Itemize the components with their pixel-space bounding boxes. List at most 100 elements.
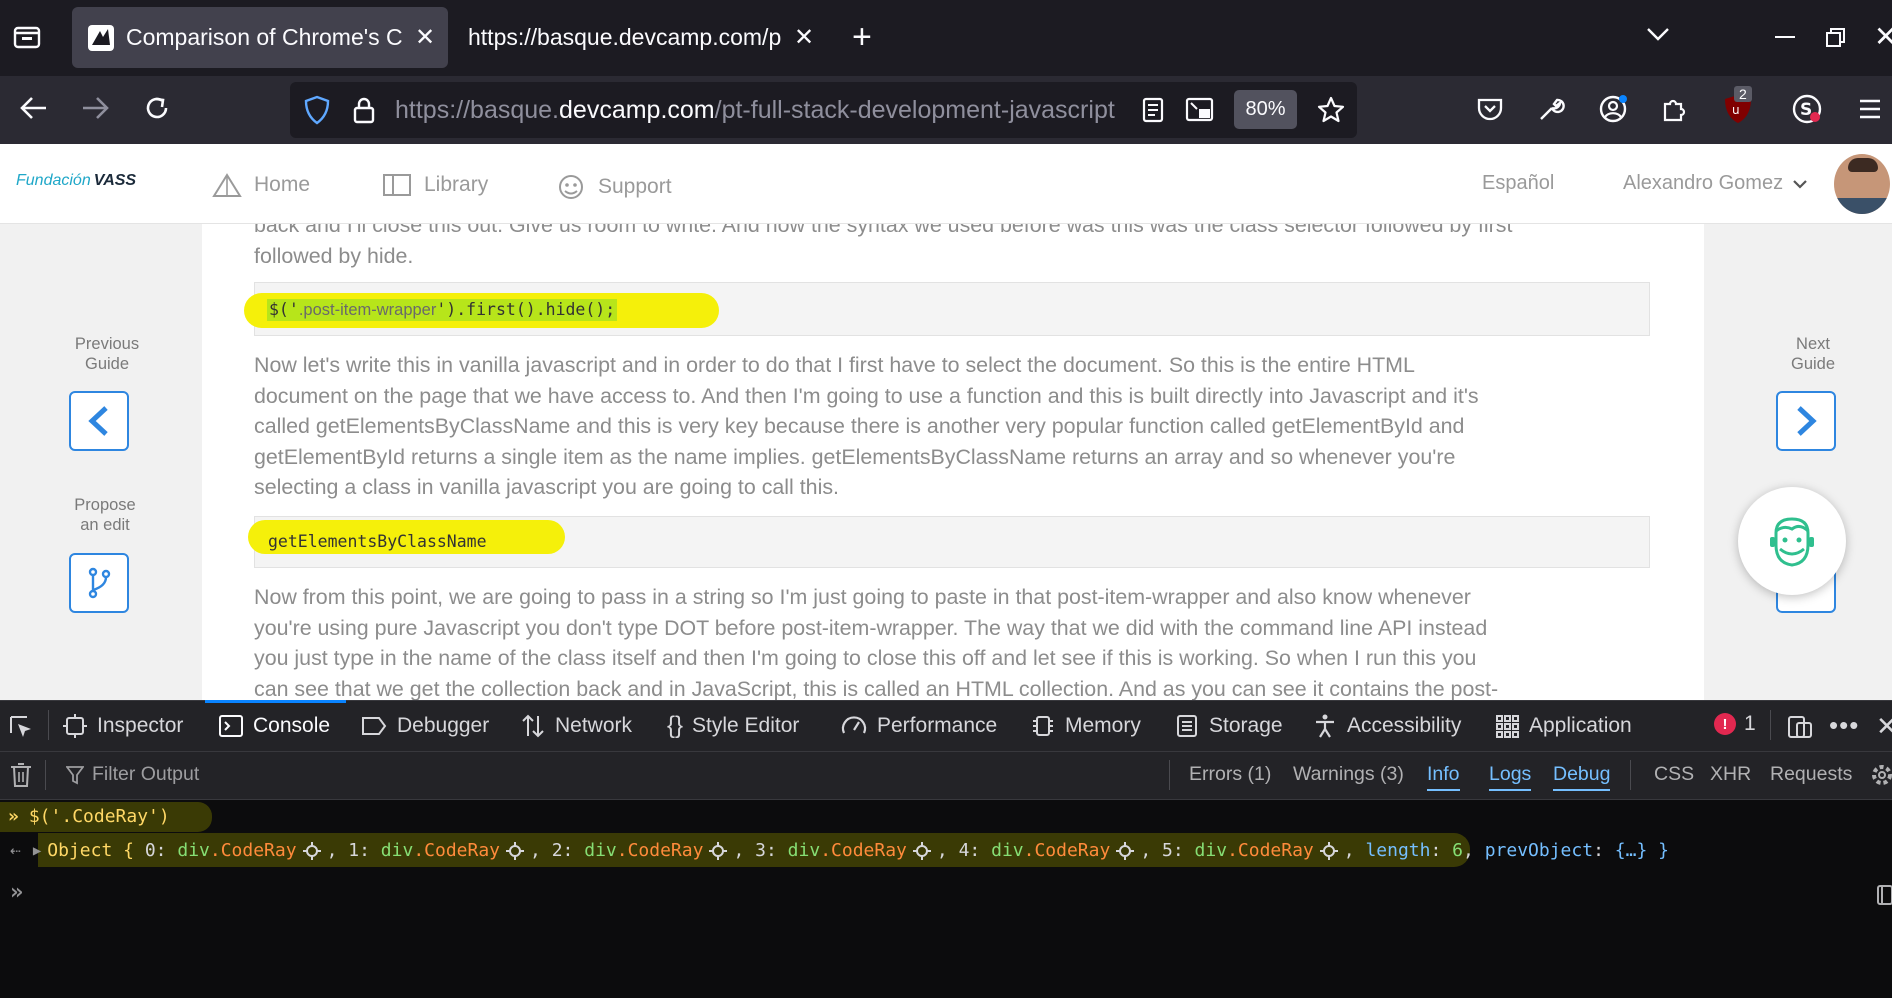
back-icon[interactable] — [19, 95, 49, 121]
console-entry[interactable]: 2: div .CodeRay, — [552, 840, 755, 861]
tracking-protection-shield-icon[interactable] — [304, 95, 330, 125]
console-output — [0, 800, 1892, 998]
nav-library[interactable]: Library — [382, 172, 488, 198]
filter-requests[interactable]: Requests — [1770, 763, 1852, 786]
responsive-design-icon[interactable] — [1786, 713, 1814, 741]
previous-guide-label: Previous Guide — [74, 335, 140, 373]
tab-favicon-icon — [88, 24, 114, 51]
funnel-icon — [66, 765, 84, 785]
app-menu-icon[interactable] — [1858, 98, 1882, 120]
extension-s-icon[interactable]: S — [1791, 93, 1823, 125]
picture-in-picture-icon[interactable] — [1185, 96, 1215, 124]
network-icon — [520, 713, 546, 739]
propose-edit-label: Propose an edit — [74, 496, 136, 534]
new-tab-button[interactable]: + — [852, 20, 872, 54]
console-entry[interactable]: 5: div .CodeRay, — [1162, 840, 1365, 861]
console-entry[interactable]: 1: div .CodeRay, — [348, 840, 551, 861]
target-node-icon[interactable] — [709, 841, 728, 860]
extensions-icon[interactable] — [1660, 95, 1688, 123]
nav-support[interactable]: Support — [556, 172, 672, 202]
application-grid-icon — [1494, 713, 1520, 739]
propose-edit-button[interactable] — [69, 553, 129, 613]
result-entries: 0: div .CodeRay, 1: div .CodeRay, 2: div .C… — [145, 840, 1366, 861]
accessibility-icon — [1312, 713, 1338, 739]
restore-icon[interactable] — [1825, 27, 1847, 49]
close-window-icon[interactable]: ✕ — [1874, 20, 1892, 53]
console-entry[interactable]: 0: div .CodeRay, — [145, 840, 348, 861]
lock-icon[interactable] — [352, 95, 376, 125]
tab-application[interactable]: Application — [1494, 700, 1632, 751]
more-options-icon[interactable]: ••• — [1829, 710, 1859, 741]
git-branch-icon — [84, 566, 114, 600]
avatar[interactable] — [1834, 154, 1890, 214]
console-result-line[interactable]: ⇠ ▶ Object { 0: div .CodeRay, 1: div .Code… — [10, 840, 1669, 861]
filter-debug[interactable]: Debug — [1553, 763, 1611, 791]
tab-performance[interactable]: Performance — [840, 700, 997, 751]
target-node-icon[interactable] — [506, 841, 525, 860]
firefox-view-icon[interactable] — [12, 22, 42, 52]
wrench-icon[interactable] — [1537, 95, 1565, 123]
reload-icon[interactable] — [142, 93, 172, 123]
svg-text:u: u — [1732, 103, 1740, 117]
next-guide-button[interactable] — [1776, 391, 1836, 451]
tab-console[interactable]: Console — [218, 700, 330, 751]
tab-storage[interactable]: Storage — [1174, 700, 1283, 751]
console-settings-gear-icon[interactable] — [1870, 762, 1892, 788]
list-all-tabs-icon[interactable] — [1645, 24, 1671, 44]
home-icon — [212, 172, 242, 198]
language-switcher[interactable]: Español — [1482, 172, 1554, 195]
tab-close-icon[interactable]: ✕ — [794, 23, 814, 52]
error-icon: ! — [1714, 713, 1736, 735]
target-node-icon[interactable] — [302, 841, 321, 860]
prompt-chevrons-icon: » — [8, 806, 19, 827]
zoom-level-button[interactable]: 80% — [1234, 90, 1297, 129]
tab-inspector[interactable]: Inspector — [62, 700, 183, 751]
element-picker-icon[interactable] — [7, 713, 35, 741]
close-devtools-icon[interactable]: ✕ — [1876, 711, 1892, 742]
filter-output-input[interactable]: Filter Output — [66, 763, 1156, 786]
target-node-icon[interactable] — [1116, 841, 1135, 860]
chevron-left-icon — [84, 404, 114, 438]
storage-icon — [1174, 713, 1200, 739]
nav-home[interactable]: Home — [212, 172, 310, 198]
site-logo[interactable]: Fundación VASS — [16, 172, 136, 190]
filter-info[interactable]: Info — [1427, 763, 1460, 791]
memory-chip-icon — [1030, 713, 1056, 739]
filter-xhr[interactable]: XHR — [1710, 763, 1751, 786]
url-text[interactable]: https://basque.devcamp.com/pt-full-stack… — [395, 94, 1125, 126]
error-counter[interactable]: ! 1 — [1714, 712, 1756, 736]
minimize-icon[interactable] — [1775, 36, 1795, 38]
tab-memory[interactable]: Memory — [1030, 700, 1141, 751]
tab-accessibility[interactable]: Accessibility — [1312, 700, 1461, 751]
book-icon — [382, 172, 412, 198]
tab-active[interactable]: Comparison of Chrome's C ✕ — [72, 7, 448, 68]
chatbot-button[interactable] — [1738, 487, 1846, 595]
console-prompt[interactable]: » — [10, 880, 23, 905]
filter-css[interactable]: CSS — [1654, 763, 1694, 786]
tab-style-editor[interactable]: {} Style Editor — [667, 700, 799, 751]
console-entry[interactable]: 4: div .CodeRay, — [959, 840, 1162, 861]
previous-guide-button[interactable] — [69, 391, 129, 451]
editor-mode-icon[interactable] — [1876, 884, 1892, 906]
pocket-icon[interactable] — [1476, 95, 1504, 123]
target-node-icon[interactable] — [912, 841, 931, 860]
user-menu[interactable]: Alexandro Gomez — [1623, 172, 1809, 195]
reader-view-icon[interactable] — [1141, 96, 1165, 124]
trash-icon[interactable] — [9, 762, 33, 788]
expand-triangle-icon[interactable]: ▶ — [33, 843, 41, 859]
forward-icon[interactable] — [80, 95, 110, 121]
tab-inactive[interactable]: https://basque.devcamp.com/p ✕ — [452, 7, 827, 68]
target-node-icon[interactable] — [1319, 841, 1338, 860]
account-icon[interactable] — [1597, 93, 1629, 125]
tab-title: Comparison of Chrome's C — [126, 24, 403, 50]
filter-warnings[interactable]: Warnings (3) — [1293, 763, 1404, 786]
bookmark-star-icon[interactable] — [1316, 95, 1346, 125]
tab-debugger[interactable]: Debugger — [360, 700, 489, 751]
paragraph-post-item-wrapper: Now from this point, we are going to pas… — [254, 585, 1499, 700]
tab-network[interactable]: Network — [520, 700, 632, 751]
console-entry[interactable]: 3: div .CodeRay, — [755, 840, 958, 861]
console-input-line[interactable]: » $('.CodeRay') — [8, 806, 170, 827]
filter-logs[interactable]: Logs — [1489, 763, 1532, 791]
filter-errors[interactable]: Errors (1) — [1189, 763, 1271, 786]
tab-close-icon[interactable]: ✕ — [415, 23, 435, 52]
